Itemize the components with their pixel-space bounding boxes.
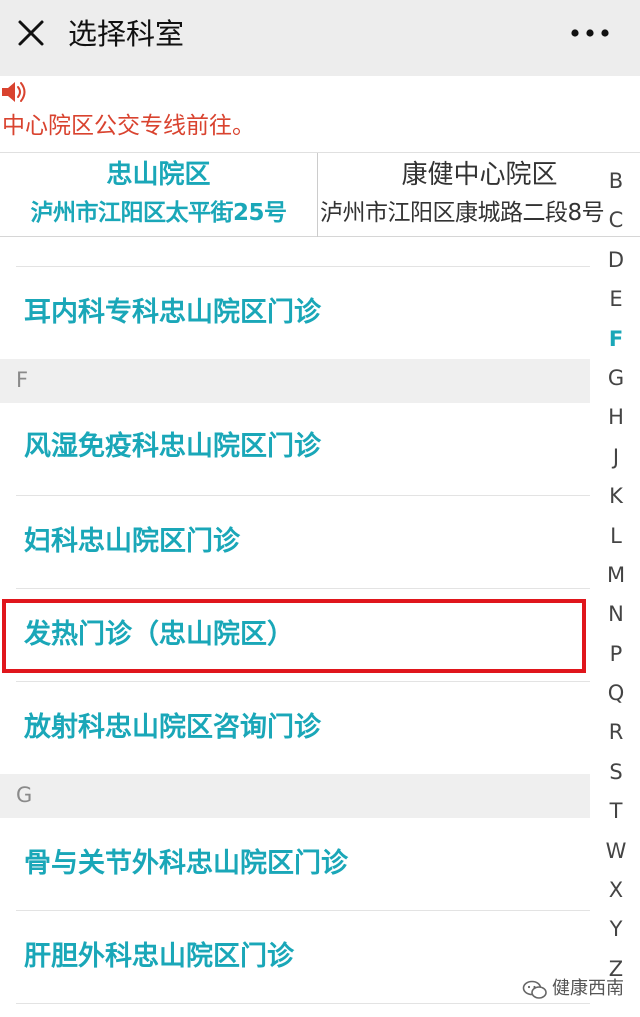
department-name: 肝胆外科忠山院区门诊	[24, 941, 294, 972]
index-letter-y[interactable]: Y	[596, 910, 636, 949]
department-name: 妇科忠山院区门诊	[24, 526, 240, 557]
title-bar: 选择科室	[0, 0, 640, 76]
index-letter-w[interactable]: W	[596, 832, 636, 871]
department-row[interactable]: 妇科忠山院区门诊	[0, 496, 590, 589]
alphabet-index[interactable]: BCDEFGHJKLMNPQRSTWXYZ	[596, 162, 636, 989]
index-letter-n[interactable]: N	[596, 595, 636, 634]
department-row[interactable]: 风湿免疫科忠山院区门诊	[0, 403, 590, 496]
index-letter-k[interactable]: K	[596, 477, 636, 516]
more-icon[interactable]	[570, 28, 610, 38]
watermark-text: 健康西南	[552, 978, 624, 999]
department-list: 耳内科专科忠山院区门诊 F 风湿免疫科忠山院区门诊 妇科忠山院区门诊 发热门诊（…	[0, 237, 600, 1017]
index-letter-r[interactable]: R	[596, 713, 636, 752]
index-letter-b[interactable]: B	[596, 162, 636, 201]
close-icon[interactable]	[14, 16, 48, 50]
department-row[interactable]: 放射科忠山院区咨询门诊	[0, 682, 590, 774]
index-letter-m[interactable]: M	[596, 556, 636, 595]
department-name: 骨与关节外科忠山院区门诊	[24, 848, 348, 879]
index-letter-d[interactable]: D	[596, 241, 636, 280]
speaker-icon	[2, 82, 26, 102]
campus-tabs: 忠山院区 泸州市江阳区太平街25号 康健中心院区 泸州市江阳区康城路二段8号	[0, 153, 640, 237]
index-letter-q[interactable]: Q	[596, 674, 636, 713]
campus-tab-zhongshan[interactable]: 忠山院区 泸州市江阳区太平街25号	[0, 153, 318, 237]
page-title: 选择科室	[68, 17, 185, 51]
section-letter: F	[16, 368, 29, 392]
index-letter-t[interactable]: T	[596, 792, 636, 831]
index-letter-g[interactable]: G	[596, 359, 636, 398]
notice-text: 中心院区公交专线前往。	[2, 113, 255, 139]
campus-tab-kangjian[interactable]: 康健中心院区 泸州市江阳区康城路二段8号	[319, 153, 640, 237]
wechat-icon	[522, 980, 547, 999]
index-letter-j[interactable]: J	[596, 438, 636, 477]
index-letter-h[interactable]: H	[596, 398, 636, 437]
index-letter-f[interactable]: F	[596, 320, 636, 359]
index-letter-p[interactable]: P	[596, 635, 636, 674]
index-letter-l[interactable]: L	[596, 517, 636, 556]
index-letter-s[interactable]: S	[596, 753, 636, 792]
highlight-box	[2, 599, 586, 673]
department-name: 放射科忠山院区咨询门诊	[24, 712, 321, 743]
campus-name: 康健中心院区	[401, 160, 558, 190]
department-name: 耳内科专科忠山院区门诊	[24, 297, 321, 328]
list-item-partial	[0, 237, 590, 267]
department-row[interactable]: 骨与关节外科忠山院区门诊	[0, 818, 590, 911]
department-row[interactable]: 肝胆外科忠山院区门诊	[0, 911, 590, 1004]
campus-name: 忠山院区	[106, 160, 211, 190]
campus-address: 泸州市江阳区康城路二段8号	[320, 200, 605, 226]
section-header-f: F	[0, 359, 590, 403]
campus-address: 泸州市江阳区太平街25号	[30, 200, 287, 226]
department-row[interactable]: 耳内科专科忠山院区门诊	[0, 267, 590, 359]
index-letter-x[interactable]: X	[596, 871, 636, 910]
index-letter-e[interactable]: E	[596, 280, 636, 319]
index-letter-c[interactable]: C	[596, 201, 636, 240]
notice-banner: 中心院区公交专线前往。	[0, 76, 640, 153]
department-name: 风湿免疫科忠山院区门诊	[24, 431, 321, 462]
section-letter: G	[16, 783, 33, 807]
section-header-g: G	[0, 774, 590, 818]
